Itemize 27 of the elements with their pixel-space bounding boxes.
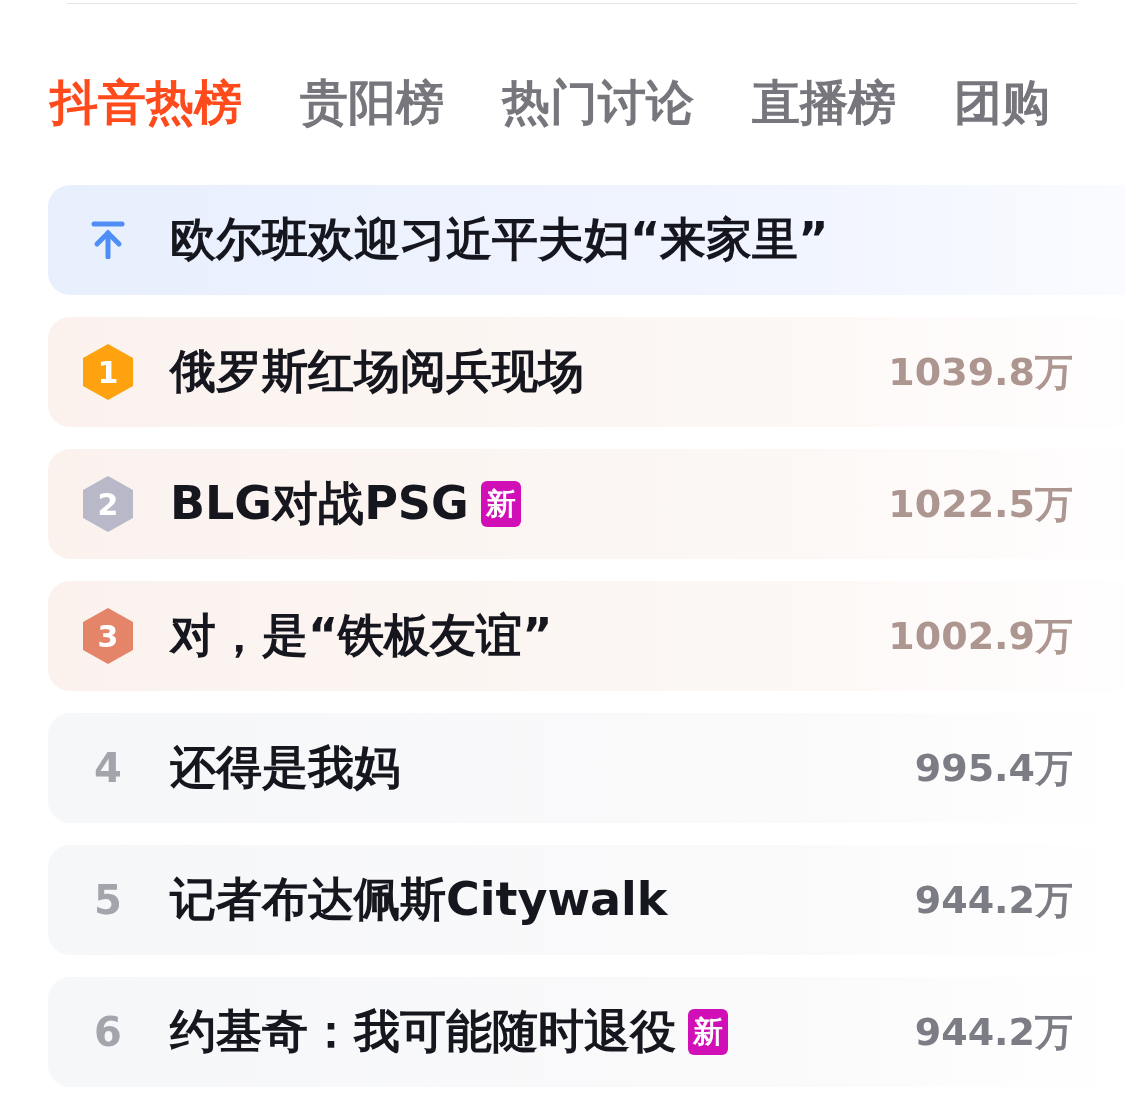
heat-value: 944.2万 bbox=[914, 876, 1073, 924]
trending-row[interactable]: 欧尔班欢迎习近平夫妇“来家里” bbox=[48, 185, 1125, 295]
tab[interactable]: 热门讨论 bbox=[502, 72, 694, 132]
rank-number: 5 bbox=[94, 877, 122, 923]
heat-value: 1002.9万 bbox=[888, 612, 1073, 660]
rank-badge: 1 bbox=[82, 343, 134, 401]
heat-value: 944.2万 bbox=[914, 1008, 1073, 1056]
new-badge: 新 bbox=[480, 481, 521, 527]
heat-value: 1039.8万 bbox=[888, 348, 1073, 396]
heat-value: 1022.5万 bbox=[888, 480, 1073, 528]
pin-top-icon bbox=[91, 221, 125, 259]
rank-badge: 3 bbox=[82, 607, 134, 665]
tab[interactable]: 团购 bbox=[954, 72, 1050, 132]
topic-title: 俄罗斯红场阅兵现场 bbox=[170, 343, 584, 400]
tab[interactable]: 直播榜 bbox=[752, 72, 896, 132]
topic-title: 约基奇：我可能随时退役 bbox=[170, 1003, 676, 1060]
topic-title: 还得是我妈 bbox=[170, 739, 400, 796]
tab[interactable]: 贵阳榜 bbox=[300, 72, 444, 132]
topic-title: 欧尔班欢迎习近平夫妇“来家里” bbox=[170, 211, 829, 268]
rank-number: 6 bbox=[94, 1009, 122, 1055]
topic-title: BLG对战PSG bbox=[170, 475, 469, 532]
new-badge: 新 bbox=[688, 1009, 728, 1055]
topic-title: 对，是“铁板友谊” bbox=[170, 607, 553, 664]
rank-number: 4 bbox=[94, 745, 122, 791]
rank-badge: 2 bbox=[82, 475, 134, 533]
heat-value: 995.4万 bbox=[914, 744, 1073, 792]
topic-title: 记者布达佩斯Citywalk bbox=[170, 871, 668, 928]
